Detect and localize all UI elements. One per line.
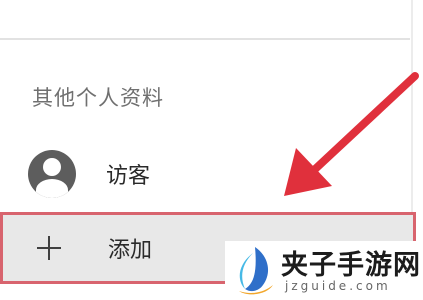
user-avatar-icon: [28, 150, 76, 198]
profile-item-label: 访客: [106, 164, 151, 189]
add-profile-label: 添加: [108, 238, 153, 263]
profile-item-guest[interactable]: 访客: [28, 148, 288, 200]
other-profiles-heading: 其他个人资料: [32, 86, 164, 110]
watermark-logo-icon: [239, 247, 273, 295]
plus-icon: [37, 236, 61, 260]
watermark-title: 夹子手游网: [281, 250, 421, 281]
top-divider: [0, 38, 410, 40]
watermark-badge: 夹子手游网 jzguide.com: [225, 241, 423, 300]
watermark-url: jzguide.com: [285, 279, 391, 293]
